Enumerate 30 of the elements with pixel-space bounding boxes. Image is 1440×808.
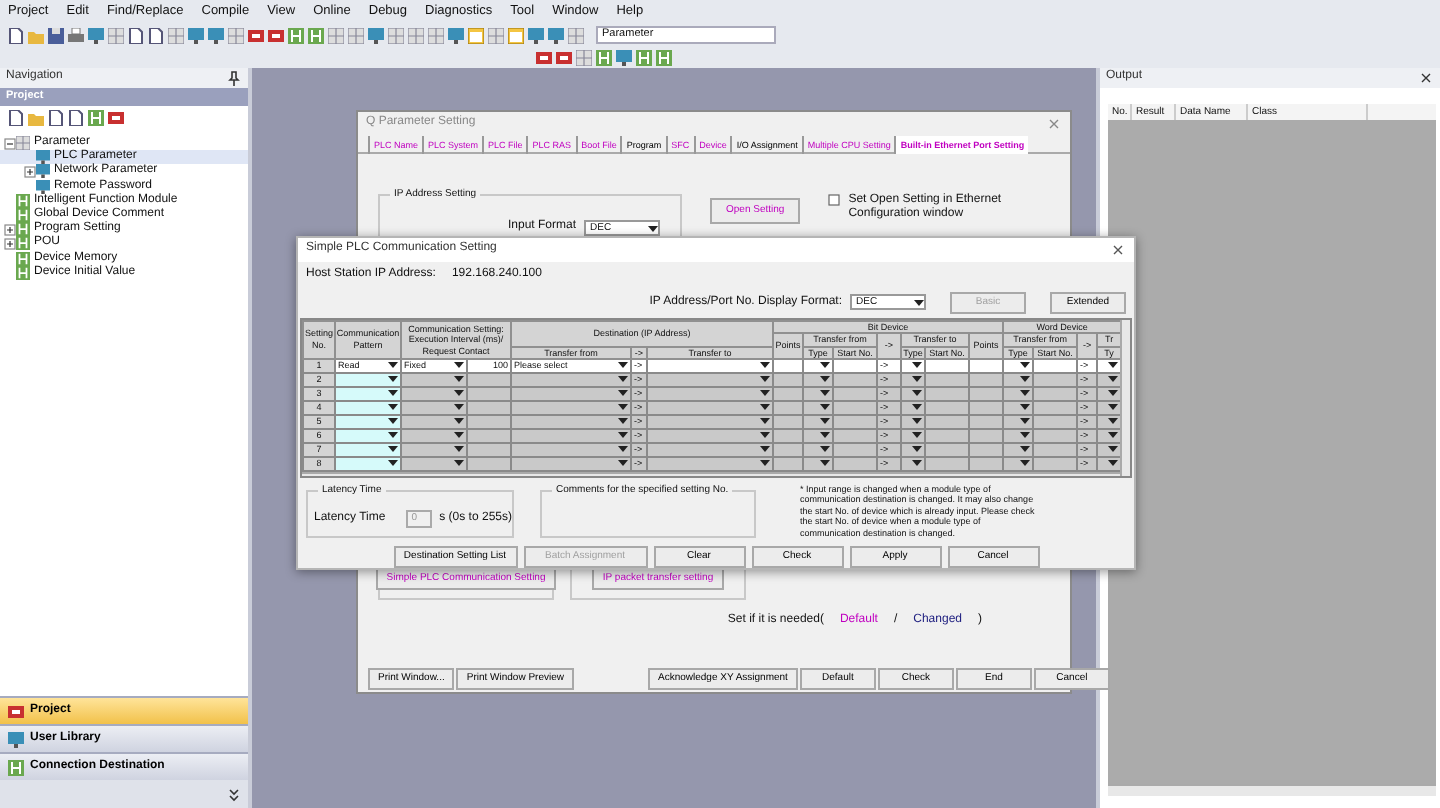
module-icon <box>8 703 24 719</box>
monitor-icon[interactable] <box>448 27 464 43</box>
close-icon[interactable] <box>1110 241 1126 258</box>
expand-icon[interactable] <box>4 237 16 250</box>
printer-icon[interactable] <box>68 27 84 43</box>
monitor-icon <box>8 731 24 747</box>
monitor-icon[interactable] <box>88 27 104 43</box>
pin-icon[interactable] <box>226 70 242 86</box>
monitor-icon[interactable] <box>616 49 632 65</box>
window-icon[interactable] <box>468 27 484 43</box>
expand-icon[interactable] <box>4 223 16 236</box>
horizontal-scrollbar[interactable] <box>1108 784 1436 796</box>
monitor-icon[interactable] <box>368 27 384 43</box>
monitor-icon[interactable] <box>528 27 544 43</box>
module-icon[interactable] <box>108 109 124 125</box>
monitor-icon[interactable] <box>188 27 204 43</box>
window-icon[interactable] <box>508 27 524 43</box>
dropdown-arrow-icon <box>914 297 924 308</box>
document-icon[interactable] <box>8 27 24 43</box>
collapse-icon[interactable] <box>4 137 16 150</box>
grid-icon <box>16 136 30 151</box>
overflow-menu-icon[interactable] <box>226 786 242 802</box>
expand-icon[interactable] <box>24 165 36 178</box>
vertical-scrollbar[interactable] <box>1120 319 1130 476</box>
monitor-icon[interactable] <box>208 27 224 43</box>
close-icon[interactable] <box>1418 70 1434 86</box>
monitor-icon[interactable] <box>548 27 564 43</box>
dropdown-arrow-icon <box>648 223 658 233</box>
checkbox[interactable] <box>828 194 841 206</box>
horizontal-scrollbar[interactable] <box>302 471 1121 476</box>
